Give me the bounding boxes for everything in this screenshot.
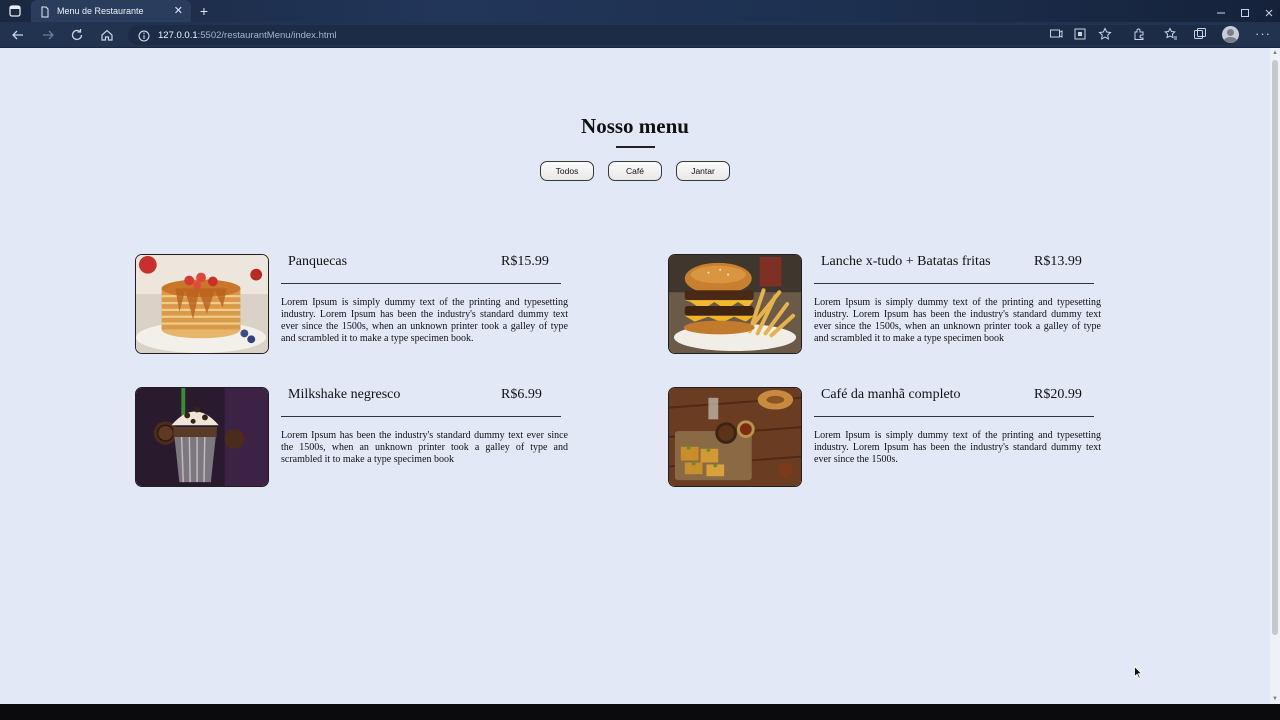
item-name: Panquecas bbox=[288, 254, 348, 269]
menu-item: Panquecas R$15.99 Lorem Ipsum is simply … bbox=[135, 254, 575, 356]
item-divider bbox=[281, 283, 561, 284]
page-title: Nosso menu bbox=[581, 114, 689, 138]
item-name: Milkshake negresco bbox=[288, 387, 401, 402]
back-icon[interactable] bbox=[10, 27, 26, 43]
page-viewport: Nosso menu Todos Café Jantar Panquecas R… bbox=[0, 48, 1270, 704]
window-menu-icon[interactable] bbox=[8, 4, 22, 18]
window-controls bbox=[1216, 5, 1274, 17]
browser-tab[interactable]: Menu de Restaurante ✕ bbox=[31, 0, 191, 22]
more-options-icon[interactable]: ··· bbox=[1255, 27, 1271, 40]
burger-fries-photo bbox=[668, 254, 802, 354]
home-icon[interactable] bbox=[99, 27, 115, 43]
item-description: Lorem Ipsum has been the industry's stan… bbox=[281, 430, 568, 465]
add-favorite-icon[interactable] bbox=[1098, 27, 1114, 43]
item-name: Café da manhã completo bbox=[821, 387, 961, 402]
item-price: R$20.99 bbox=[1034, 387, 1082, 402]
filter-button-jantar[interactable]: Jantar bbox=[676, 161, 730, 181]
mouse-cursor-icon bbox=[1134, 666, 1142, 679]
item-divider bbox=[814, 283, 1094, 284]
item-divider bbox=[814, 416, 1094, 417]
item-price: R$13.99 bbox=[1034, 254, 1082, 269]
refresh-icon[interactable] bbox=[69, 27, 85, 43]
url-host: 127.0.0.1 bbox=[158, 29, 198, 41]
read-aloud-icon[interactable] bbox=[1049, 27, 1065, 43]
scroll-thumb[interactable] bbox=[1272, 60, 1278, 635]
item-description: Lorem Ipsum is simply dummy text of the … bbox=[281, 297, 568, 344]
profile-avatar[interactable] bbox=[1222, 26, 1239, 43]
vertical-scrollbar[interactable]: ▲ ▼ bbox=[1270, 48, 1280, 704]
filter-button-todos[interactable]: Todos bbox=[540, 161, 594, 181]
info-icon[interactable] bbox=[138, 29, 150, 42]
app-available-icon[interactable] bbox=[1073, 27, 1089, 43]
address-bar[interactable]: 127.0.0.1:5502/restaurantMenu/index.html bbox=[128, 25, 1238, 45]
breakfast-photo bbox=[668, 387, 802, 487]
page-icon bbox=[39, 5, 51, 18]
scroll-down-icon[interactable]: ▼ bbox=[1272, 696, 1278, 702]
item-description: Lorem Ipsum is simply dummy text of the … bbox=[814, 430, 1101, 465]
extensions-icon[interactable] bbox=[1132, 27, 1148, 43]
tab-title: Menu de Restaurante bbox=[57, 6, 144, 16]
close-window-icon[interactable] bbox=[1264, 5, 1274, 17]
item-price: R$6.99 bbox=[501, 387, 542, 402]
minimize-icon[interactable] bbox=[1216, 5, 1226, 15]
browser-toolbar: 127.0.0.1:5502/restaurantMenu/index.html… bbox=[0, 22, 1280, 48]
pancakes-photo bbox=[135, 254, 269, 354]
tab-close-icon[interactable]: ✕ bbox=[174, 4, 183, 18]
menu-item: Lanche x-tudo + Batatas fritas R$13.99 L… bbox=[668, 254, 1108, 356]
filter-button-cafe[interactable]: Café bbox=[608, 161, 662, 181]
item-name: Lanche x-tudo + Batatas fritas bbox=[821, 254, 991, 269]
maximize-icon[interactable] bbox=[1240, 5, 1250, 17]
item-price: R$15.99 bbox=[501, 254, 549, 269]
favorites-icon[interactable] bbox=[1164, 27, 1180, 43]
scroll-up-icon[interactable]: ▲ bbox=[1272, 50, 1278, 56]
filter-buttons: Todos Café Jantar bbox=[0, 161, 1270, 181]
taskbar-strip bbox=[0, 704, 1280, 720]
item-divider bbox=[281, 416, 561, 417]
new-tab-button[interactable]: + bbox=[196, 2, 212, 20]
menu-item: Milkshake negresco R$6.99 Lorem Ipsum ha… bbox=[135, 387, 575, 489]
menu-item: Café da manhã completo R$20.99 Lorem Ips… bbox=[668, 387, 1108, 489]
item-description: Lorem Ipsum is simply dummy text of the … bbox=[814, 297, 1101, 344]
forward-icon[interactable] bbox=[40, 27, 56, 43]
title-underline bbox=[616, 146, 655, 148]
collections-icon[interactable] bbox=[1193, 27, 1209, 43]
browser-tab-bar: Menu de Restaurante ✕ + bbox=[0, 0, 1280, 22]
milkshake-photo bbox=[135, 387, 269, 487]
url-path: :5502/restaurantMenu/index.html bbox=[197, 29, 337, 41]
